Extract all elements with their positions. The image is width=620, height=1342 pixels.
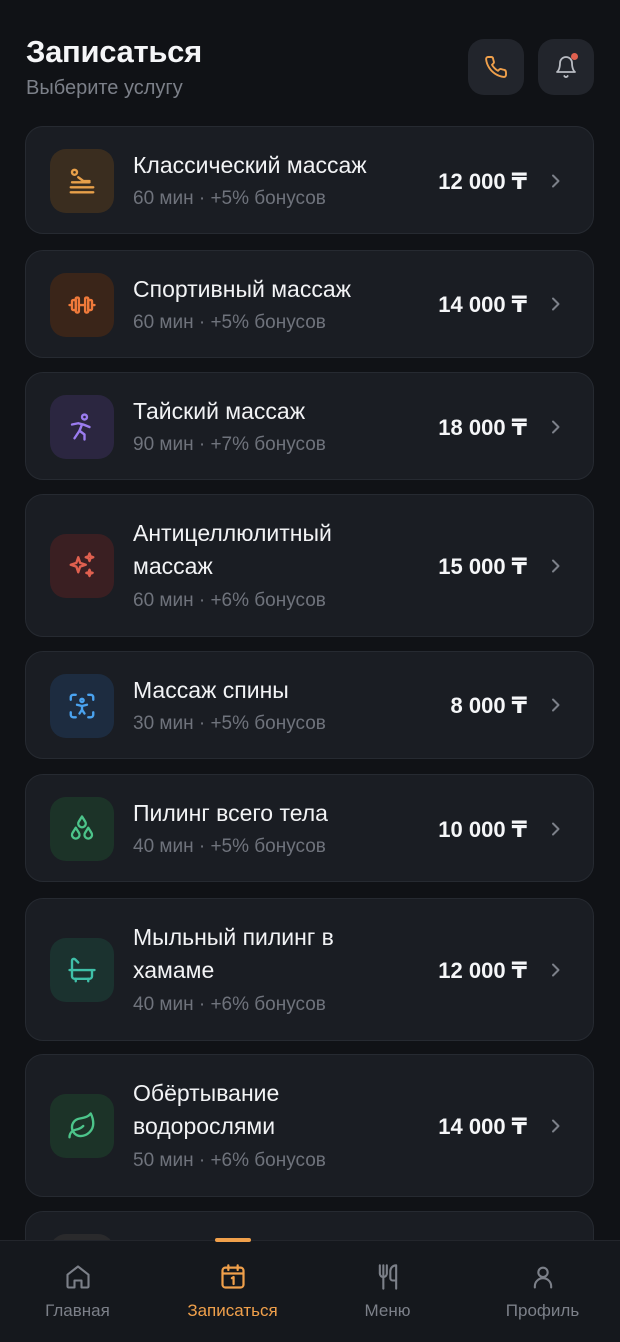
sparkles-icon [69, 552, 95, 578]
leaf-icon [68, 1112, 95, 1139]
service-card-hammam-peeling[interactable]: Мыльный пилинг в хамаме 40 мин · +6% бон… [25, 898, 594, 1041]
tab-menu[interactable]: Меню [310, 1241, 465, 1342]
stretch-person-icon [70, 413, 91, 441]
service-price: 8 000 ₸ [450, 693, 527, 718]
service-meta: 30 мин · +5% бонусов [133, 713, 326, 734]
service-name: Классический массаж [133, 152, 367, 178]
service-icon-box [50, 534, 114, 598]
body-scan-icon [69, 693, 95, 719]
massage-icon [69, 168, 95, 194]
tab-label: Меню [364, 1301, 411, 1320]
service-icon-box [50, 1094, 114, 1158]
service-name: Обёртывание водорослями [133, 1080, 280, 1139]
service-icon-box [50, 149, 114, 213]
tab-profile[interactable]: Профиль [465, 1241, 620, 1342]
service-icon-box [50, 938, 114, 1002]
header: Записаться Выберите услугу [0, 0, 620, 120]
service-card-anticellulite-massage[interactable]: Антицеллюлитный массаж 60 мин · +6% бону… [25, 494, 594, 637]
service-icon-box [50, 797, 114, 861]
active-tab-indicator [214, 1238, 251, 1242]
service-name: Массаж спины [133, 677, 289, 703]
service-name: Пилинг всего тела [133, 800, 328, 826]
service-icon-box [50, 674, 114, 738]
user-icon [533, 1266, 552, 1289]
service-card-sport-massage[interactable]: Спортивный массаж 60 мин · +5% бонусов 1… [25, 250, 594, 358]
tab-label: Профиль [505, 1301, 580, 1320]
service-meta: 40 мин · +5% бонусов [133, 836, 326, 857]
chevron-right-icon [552, 822, 560, 836]
chevron-right-icon [552, 297, 560, 311]
chevron-right-icon [552, 174, 560, 188]
chevron-right-icon [552, 559, 560, 573]
service-name: Тайский массаж [133, 398, 306, 424]
home-icon [65, 1265, 90, 1289]
service-price: 15 000 ₸ [438, 554, 527, 579]
service-card-body-peeling[interactable]: Пилинг всего тела 40 мин · +5% бонусов 1… [25, 774, 594, 882]
phone-icon [485, 56, 507, 78]
service-meta: 50 мин · +6% бонусов [133, 1150, 326, 1171]
notification-dot [571, 53, 578, 60]
call-button[interactable] [468, 39, 524, 95]
service-card-classic-massage[interactable]: Классический массаж 60 мин · +5% бонусов… [25, 126, 594, 234]
service-price: 18 000 ₸ [438, 415, 527, 440]
notifications-button[interactable] [538, 39, 594, 95]
page-subtitle: Выберите услугу [26, 77, 183, 99]
calendar-icon [220, 1264, 245, 1289]
tab-label: Главная [45, 1301, 110, 1320]
chevron-right-icon [552, 698, 560, 712]
chevron-right-icon [552, 420, 560, 434]
bottom-tab-bar: Главная Записаться Меню Профиль [0, 1238, 620, 1342]
tab-label: Записаться [187, 1301, 278, 1320]
service-icon-box [50, 273, 114, 337]
cutlery-icon [378, 1264, 397, 1290]
service-meta: 60 мин · +6% бонусов [133, 590, 326, 611]
service-price: 10 000 ₸ [438, 817, 527, 842]
page-title: Записаться [26, 34, 202, 69]
service-meta: 90 мин · +7% бонусов [133, 434, 326, 455]
chevron-right-icon [552, 963, 560, 977]
service-name: Антицеллюлитный массаж [133, 520, 332, 579]
service-name: Спортивный массаж [133, 276, 351, 302]
chevron-right-icon [552, 1119, 560, 1133]
service-price: 14 000 ₸ [438, 1114, 527, 1139]
droplets-icon [70, 815, 94, 840]
service-card-back-massage[interactable]: Массаж спины 30 мин · +5% бонусов 8 000 … [25, 651, 594, 759]
service-card-seaweed-wrap[interactable]: Обёртывание водорослями 50 мин · +6% бон… [25, 1054, 594, 1197]
dumbbell-icon [68, 296, 96, 314]
service-meta: 60 мин · +5% бонусов [133, 188, 326, 209]
service-meta: 40 мин · +6% бонусов [133, 994, 326, 1015]
service-price: 12 000 ₸ [438, 958, 527, 983]
tab-home[interactable]: Главная [0, 1241, 155, 1342]
service-name: Мыльный пилинг в хамаме [133, 924, 334, 983]
service-price: 14 000 ₸ [438, 292, 527, 317]
tab-booking[interactable]: Записаться [155, 1238, 310, 1342]
service-meta: 60 мин · +5% бонусов [133, 312, 326, 333]
service-price: 12 000 ₸ [438, 169, 527, 194]
bathtub-icon [68, 957, 96, 983]
service-card-thai-massage[interactable]: Тайский массаж 90 мин · +7% бонусов 18 0… [25, 372, 594, 480]
service-icon-box [50, 395, 114, 459]
